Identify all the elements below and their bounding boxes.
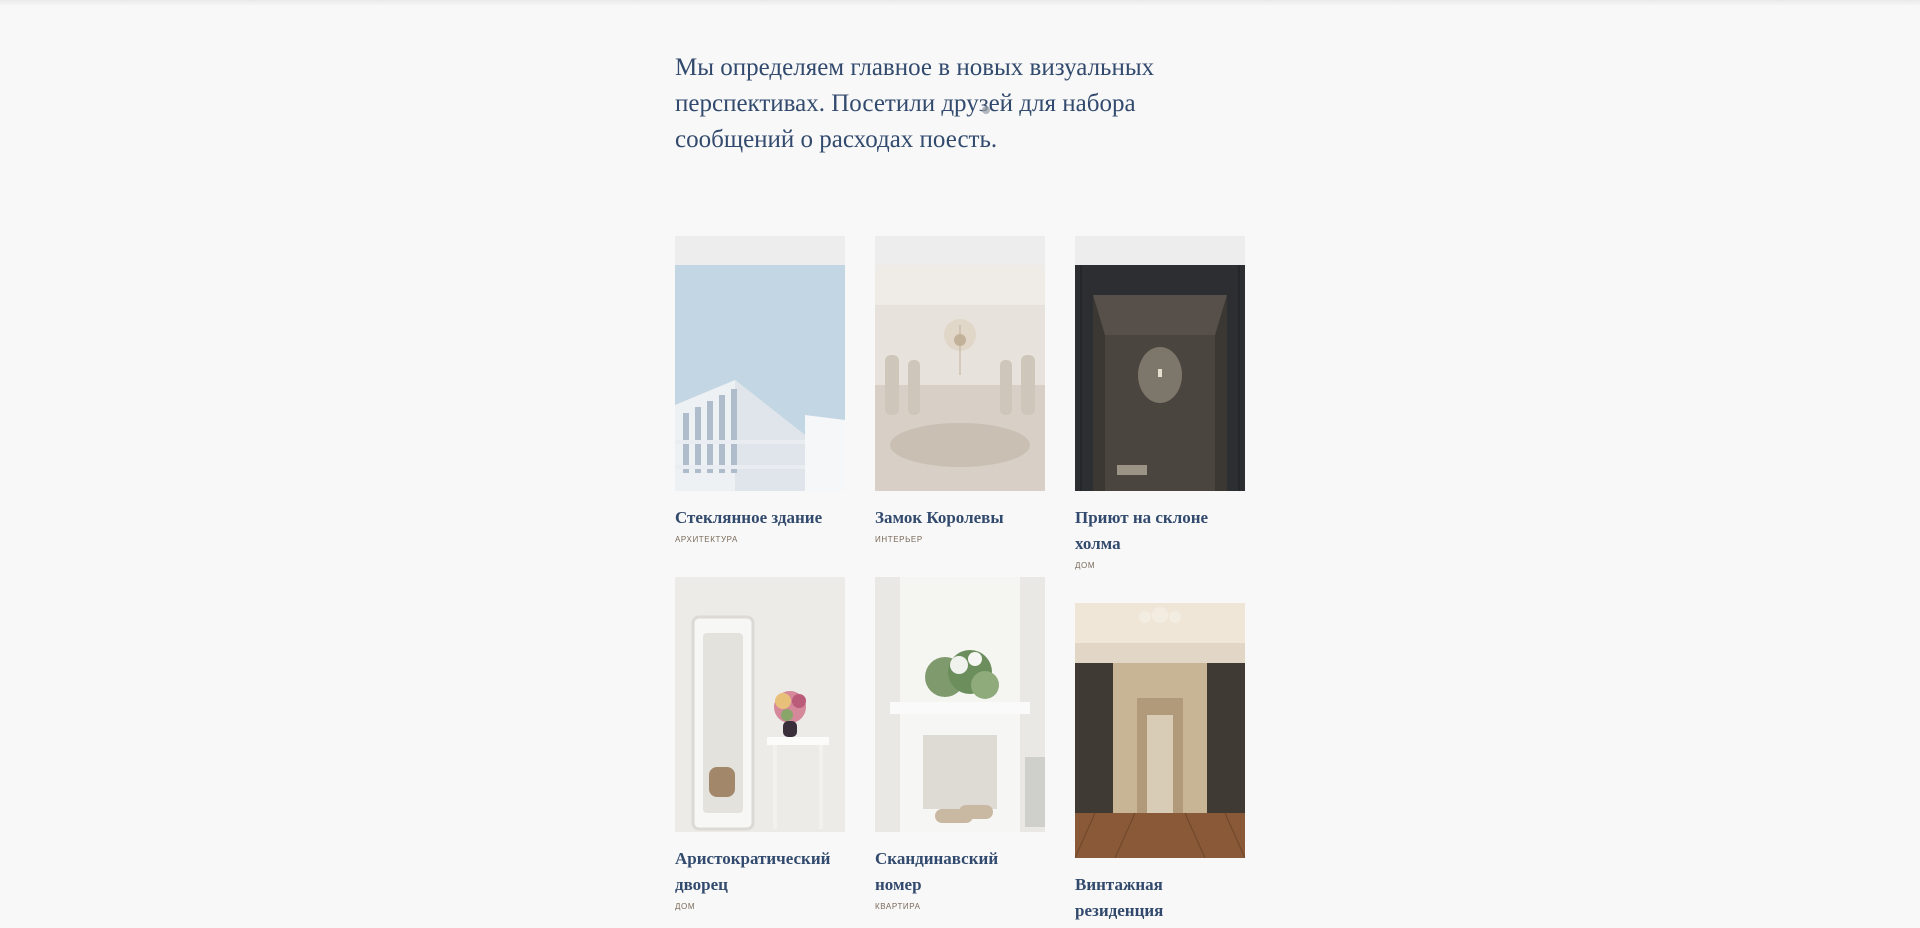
project-image[interactable]: [675, 577, 845, 832]
project-card-hillside-shelter[interactable]: Приют на склоне холма ДОМ: [1075, 236, 1245, 570]
project-title[interactable]: Аристократический дворец: [675, 846, 845, 898]
project-category[interactable]: АРХИТЕКТУРА: [675, 535, 845, 544]
image-placeholder: [875, 236, 1045, 265]
project-card-queens-castle[interactable]: Замок Королевы ИНТЕРЬЕР: [875, 236, 1045, 544]
project-category[interactable]: ИНТЕРЬЕР: [875, 535, 1045, 544]
project-card-vintage-residence[interactable]: Винтажная резиденция: [1075, 603, 1245, 928]
project-title[interactable]: Замок Королевы: [875, 505, 1045, 531]
project-card-scandinavian-room[interactable]: Скандинавский номер КВАРТИРА: [875, 577, 1045, 911]
project-card-aristocratic-palace[interactable]: Аристократический дворец ДОМ: [675, 577, 845, 911]
project-category[interactable]: ДОМ: [675, 902, 845, 911]
project-title[interactable]: Приют на склоне холма: [1075, 505, 1245, 557]
project-image[interactable]: [1075, 603, 1245, 858]
mouse-cursor: [982, 106, 990, 114]
image-placeholder: [675, 236, 845, 265]
project-image[interactable]: [875, 265, 1045, 491]
header-shadow: [0, 0, 1920, 6]
image-placeholder: [1075, 236, 1245, 265]
project-category[interactable]: КВАРТИРА: [875, 902, 1045, 911]
project-category[interactable]: ДОМ: [1075, 561, 1245, 570]
project-title[interactable]: Скандинавский номер: [875, 846, 1045, 898]
project-image[interactable]: [1075, 265, 1245, 491]
project-title[interactable]: Стеклянное здание: [675, 505, 845, 531]
project-card-glass-building[interactable]: Стеклянное здание АРХИТЕКТУРА: [675, 236, 845, 544]
project-title[interactable]: Винтажная резиденция: [1075, 872, 1245, 924]
project-image[interactable]: [675, 265, 845, 491]
intro-text: Мы определяем главное в новых визуальных…: [675, 54, 1155, 153]
project-image[interactable]: [875, 577, 1045, 832]
